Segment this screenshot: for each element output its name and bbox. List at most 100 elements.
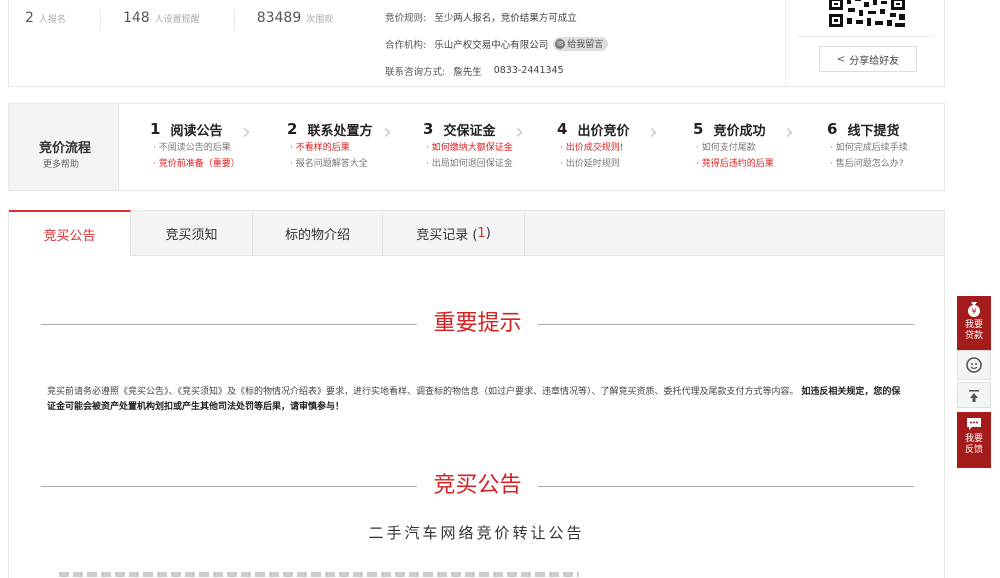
leave-message-button[interactable]: ✉ 给我留言 xyxy=(553,36,609,51)
tab-announcement[interactable]: 竞买公告 xyxy=(9,210,131,256)
detail-tabs: 竞买公告 竞买须知 标的物介绍 竞买记录 (1) xyxy=(8,210,945,256)
message-icon: ✉ xyxy=(555,38,566,49)
stat-reminders: 148 人设置提醒 xyxy=(123,10,235,30)
auction-process-bar: 竞价流程 更多帮助 1 阅读公告 · 不阅读公告的后果 · 竞价前准备（重要） ›… xyxy=(8,103,945,191)
contact-row: 联系咨询方式: 詹先生 0833-2441345 xyxy=(385,57,608,84)
share-area: < 分享给好友 xyxy=(785,0,946,86)
stat-number: 148 xyxy=(122,10,150,26)
back-to-top-button[interactable] xyxy=(957,382,991,408)
chevron-right-icon: › xyxy=(383,120,392,145)
share-label: 分享给好友 xyxy=(849,55,900,67)
step-link[interactable]: · 竞得后违约的后果 xyxy=(693,156,828,172)
stat-unit: 人设置提醒 xyxy=(154,15,200,25)
org-row: 合作机构: 乐山产权交易中心有限公司 ✉ 给我留言 xyxy=(385,30,609,57)
org-value[interactable]: 乐山产权交易中心有限公司 xyxy=(434,37,548,51)
more-help-link[interactable]: 更多帮助 xyxy=(43,157,79,170)
share-button[interactable]: < 分享给好友 xyxy=(819,46,917,72)
auction-info: 竞价规则: 至少两人报名，竞价结果方可成立 合作机构: 乐山产权交易中心有限公司… xyxy=(385,3,609,84)
step-name: 阅读公告 xyxy=(170,123,223,139)
step-link[interactable]: · 出价成交规则! xyxy=(557,140,692,156)
contact-phone: 0833-2441345 xyxy=(493,65,564,76)
chevron-right-icon: › xyxy=(649,120,658,145)
rule-row: 竞价规则: 至少两人报名，竞价结果方可成立 xyxy=(385,3,608,30)
step-name: 联系处置方 xyxy=(307,123,373,139)
step-link[interactable]: · 不看样的后果 xyxy=(287,140,422,156)
step-number: 3 xyxy=(423,120,434,138)
step-link[interactable]: · 竞价前准备（重要） xyxy=(150,156,285,172)
qr-code-icon xyxy=(828,0,906,28)
important-heading: 重要提示 xyxy=(41,309,914,339)
stat-number: 2 xyxy=(25,10,34,26)
step-link[interactable]: · 如何完成后续手续 xyxy=(827,140,962,156)
notice-text: 竞买前请务必遵照《竞买公告》、《竞买须知》及《标的物情况介绍表》要求，进行实地看… xyxy=(47,387,799,397)
loan-label: 我要贷款 xyxy=(964,320,983,341)
stat-signups: 2 人报名 xyxy=(25,10,101,30)
tab-label: 标的物介绍 xyxy=(284,228,350,243)
lot-info-card: 2 人报名 148 人设置提醒 83489 次围观 竞价规则: 至少两人报名，竞… xyxy=(8,0,945,87)
step-link[interactable]: · 出局如何退回保证金 xyxy=(423,156,558,172)
step-link[interactable]: · 售后问题怎么办? xyxy=(827,156,962,172)
tab-label: 竞买公告 xyxy=(43,228,96,244)
feedback-button[interactable]: 我要反馈 xyxy=(957,412,991,468)
rule-label: 竞价规则: xyxy=(385,12,427,24)
arrow-up-icon xyxy=(969,390,979,402)
process-step-4: 4 出价竞价 · 出价成交规则! · 出价延时规则 › xyxy=(557,118,692,172)
stat-unit: 人报名 xyxy=(38,15,66,25)
step-link[interactable]: · 如何支付尾款 xyxy=(693,140,828,156)
step-name: 交保证金 xyxy=(443,123,496,139)
svg-text:¥: ¥ xyxy=(971,307,976,316)
share-icon: < xyxy=(836,53,846,65)
stat-views: 83489 次围观 xyxy=(257,10,368,30)
chevron-right-icon: › xyxy=(785,120,794,145)
chat-bubble-icon xyxy=(967,418,981,430)
announcement-title: 竞买公告 xyxy=(433,473,522,498)
step-link[interactable]: · 出价延时规则 xyxy=(557,156,692,172)
tab-label: 竞买记录 ( xyxy=(416,228,478,243)
process-step-1: 1 阅读公告 · 不阅读公告的后果 · 竞价前准备（重要） › xyxy=(150,118,285,172)
tab-label: 竞买须知 xyxy=(165,228,218,243)
document-title: 二手汽车网络竞价转让公告 xyxy=(368,524,585,542)
money-bag-icon: ¥ xyxy=(968,302,980,317)
step-number: 4 xyxy=(557,120,568,138)
rule-value: 至少两人报名，竞价结果方可成立 xyxy=(434,12,577,24)
step-number: 1 xyxy=(150,120,161,138)
tab-label-close: ) xyxy=(485,226,491,241)
process-step-6: 6 线下提货 · 如何完成后续手续 · 售后问题怎么办? xyxy=(827,118,962,172)
tab-bid-records[interactable]: 竞买记录 (1) xyxy=(383,211,525,256)
step-name: 竞价成功 xyxy=(713,123,766,139)
tab-content: 重要提示 竞买前请务必遵照《竞买公告》、《竞买须知》及《标的物情况介绍表》要求，… xyxy=(8,256,945,578)
service-avatar-icon xyxy=(966,357,982,373)
tab-item-intro[interactable]: 标的物介绍 xyxy=(253,211,383,256)
step-number: 2 xyxy=(287,120,298,138)
feedback-label: 我要反馈 xyxy=(964,434,983,455)
process-step-2: 2 联系处置方 · 不看样的后果 · 报名问题解答大全 › xyxy=(287,118,422,172)
process-title: 竞价流程 xyxy=(39,141,92,156)
chevron-right-icon: › xyxy=(515,120,524,145)
step-link[interactable]: · 如何缴纳大额保证金 xyxy=(423,140,558,156)
loan-button[interactable]: ¥ 我要贷款 xyxy=(957,296,991,350)
leave-message-label: 给我留言 xyxy=(567,40,604,50)
org-label: 合作机构: xyxy=(385,39,427,51)
cut-off-text-line xyxy=(59,572,579,577)
step-number: 6 xyxy=(827,120,838,138)
tab-notice[interactable]: 竞买须知 xyxy=(131,211,253,256)
contact-label: 联系咨询方式: xyxy=(385,66,446,78)
step-number: 5 xyxy=(693,120,704,138)
step-name: 出价竞价 xyxy=(577,123,630,139)
important-title: 重要提示 xyxy=(433,311,522,336)
process-step-3: 3 交保证金 · 如何缴纳大额保证金 · 出局如何退回保证金 › xyxy=(423,118,558,172)
bid-record-count: 1 xyxy=(477,226,486,241)
contact-name: 詹先生 xyxy=(453,66,482,78)
announcement-heading: 竞买公告 xyxy=(41,471,914,501)
customer-service-button[interactable] xyxy=(957,350,991,380)
stat-unit: 次围观 xyxy=(306,15,334,25)
step-link[interactable]: · 报名问题解答大全 xyxy=(287,156,422,172)
stat-number: 83489 xyxy=(256,10,302,26)
process-title-box: 竞价流程 更多帮助 xyxy=(9,104,119,190)
chevron-right-icon: › xyxy=(242,120,251,145)
stats-bar: 2 人报名 148 人设置提醒 83489 次围观 xyxy=(25,10,389,30)
important-notice: 竞买前请务必遵照《竞买公告》、《竞买须知》及《标的物情况介绍表》要求，进行实地看… xyxy=(47,385,909,415)
step-name: 线下提货 xyxy=(847,123,900,139)
step-link[interactable]: · 不阅读公告的后果 xyxy=(150,140,285,156)
process-step-5: 5 竞价成功 · 如何支付尾款 · 竞得后违约的后果 › xyxy=(693,118,828,172)
